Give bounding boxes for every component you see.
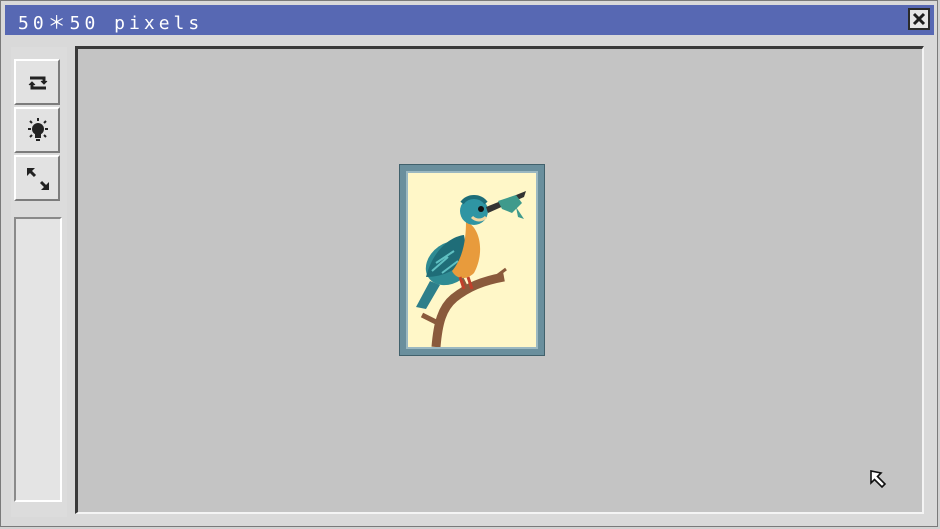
arrow-cursor-icon [870,470,887,489]
title-bar[interactable]: 50＊50 pixels [5,5,934,35]
side-toolbar [11,47,67,517]
resize-arrows-icon [26,167,50,191]
viewer-window: 50＊50 pixels [0,0,938,527]
close-button[interactable] [908,8,930,30]
close-icon [912,12,926,26]
image-canvas[interactable] [75,46,924,514]
lightbulb-icon [28,118,48,141]
kingfisher-image [406,171,538,349]
tool-panel [14,217,62,502]
window-title: 50＊50 pixels [18,13,204,34]
lightbulb-button[interactable] [14,107,60,153]
refresh-button[interactable] [14,59,60,105]
refresh-icon [28,76,48,90]
resize-button[interactable] [14,155,60,201]
picture-frame [399,164,545,356]
